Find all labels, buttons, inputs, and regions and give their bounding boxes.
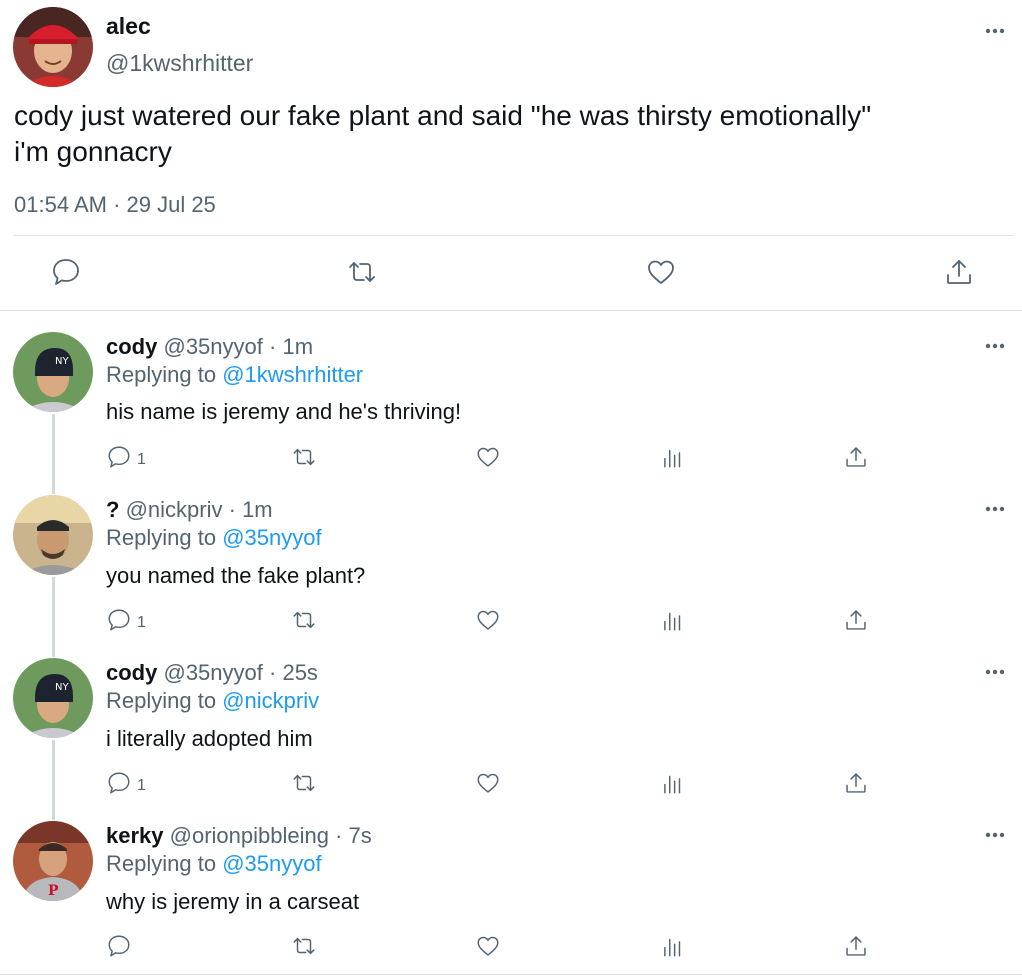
reply-icon[interactable] [106, 444, 132, 470]
separator: · [335, 823, 343, 848]
reply-count: 1 [137, 451, 146, 468]
reply-count: 1 [137, 777, 146, 794]
user-handle[interactable]: @35nyyof [163, 334, 262, 359]
retweet-icon[interactable] [291, 607, 317, 633]
avatar[interactable]: P [13, 821, 93, 901]
reply-header: cody @35nyyof · 25s [106, 660, 318, 686]
share-icon[interactable] [843, 933, 869, 959]
more-options-icon[interactable] [984, 341, 1006, 351]
svg-text:P: P [48, 883, 59, 899]
reply-icon[interactable] [50, 256, 82, 288]
thread-line [52, 414, 55, 494]
separator: · [269, 334, 277, 359]
reply-header: ? @nickpriv · 1m [106, 497, 273, 523]
display-name[interactable]: alec [106, 13, 151, 40]
like-icon[interactable] [475, 444, 501, 470]
reply-time[interactable]: 25s [282, 660, 317, 685]
share-icon[interactable] [943, 256, 975, 288]
analytics-icon[interactable] [660, 444, 686, 470]
reply-time[interactable]: 1m [282, 334, 313, 359]
more-options-icon[interactable] [984, 667, 1006, 677]
svg-text:NY: NY [55, 356, 69, 367]
replying-to: Replying to @1kwshrhitter [106, 362, 363, 388]
divider [0, 310, 1022, 311]
divider [0, 974, 1022, 975]
avatar[interactable] [13, 495, 93, 575]
replying-to: Replying to @35nyyof [106, 525, 322, 551]
avatar[interactable]: NY [13, 658, 93, 738]
retweet-icon[interactable] [291, 933, 317, 959]
retweet-icon[interactable] [291, 444, 317, 470]
replying-to: Replying to @35nyyof [106, 851, 322, 877]
like-icon[interactable] [475, 770, 501, 796]
reply-icon[interactable] [106, 770, 132, 796]
avatar[interactable]: NY [13, 332, 93, 412]
reply-header: kerky @orionpibbleing · 7s [106, 823, 372, 849]
display-name[interactable]: kerky [106, 823, 164, 848]
display-name[interactable]: ? [106, 497, 119, 522]
share-icon[interactable] [843, 444, 869, 470]
tweet-text: cody just watered our fake plant and sai… [14, 98, 1014, 170]
avatar[interactable] [13, 7, 93, 87]
reply-time[interactable]: 7s [349, 823, 372, 848]
analytics-icon[interactable] [660, 770, 686, 796]
reply-time[interactable]: 1m [242, 497, 273, 522]
separator: · [269, 660, 277, 685]
replying-to-link[interactable]: @nickpriv [222, 688, 319, 713]
analytics-icon[interactable] [660, 933, 686, 959]
tweet-text-line: i'm gonnacry [14, 136, 172, 167]
more-options-icon[interactable] [984, 830, 1006, 840]
retweet-icon[interactable] [291, 770, 317, 796]
more-options-icon[interactable] [984, 26, 1006, 36]
replying-to: Replying to @nickpriv [106, 688, 319, 714]
display-name[interactable]: cody [106, 660, 157, 685]
separator: · [228, 497, 236, 522]
retweet-icon[interactable] [346, 256, 378, 288]
replying-to-link[interactable]: @35nyyof [222, 525, 321, 550]
thread-line [52, 740, 55, 820]
user-handle[interactable]: @1kwshrhitter [106, 50, 253, 77]
user-handle[interactable]: @35nyyof [163, 660, 262, 685]
user-handle[interactable]: @orionpibbleing [170, 823, 329, 848]
thread-line [52, 577, 55, 657]
like-icon[interactable] [475, 933, 501, 959]
reply-text: i literally adopted him [106, 726, 313, 751]
replying-to-label: Replying to [106, 851, 217, 876]
reply-count: 1 [137, 614, 146, 631]
reply-text: why is jeremy in a carseat [106, 889, 360, 914]
reply-icon[interactable] [106, 607, 132, 633]
like-icon[interactable] [475, 607, 501, 633]
tweet-timestamp[interactable]: 01:54 AM · 29 Jul 25 [14, 192, 216, 218]
reply-text: his name is jeremy and he's thriving! [106, 399, 462, 424]
divider [14, 235, 1014, 236]
more-options-icon[interactable] [984, 504, 1006, 514]
analytics-icon[interactable] [660, 607, 686, 633]
reply-header: cody @35nyyof · 1m [106, 334, 313, 360]
reply-text: you named the fake plant? [106, 563, 366, 588]
share-icon[interactable] [843, 770, 869, 796]
svg-text:NY: NY [55, 682, 69, 693]
replying-to-link[interactable]: @1kwshrhitter [222, 362, 363, 387]
replying-to-link[interactable]: @35nyyof [222, 851, 321, 876]
replying-to-label: Replying to [106, 362, 217, 387]
share-icon[interactable] [843, 607, 869, 633]
like-icon[interactable] [645, 256, 677, 288]
replying-to-label: Replying to [106, 688, 217, 713]
tweet-text-line: cody just watered our fake plant and sai… [14, 100, 872, 131]
replying-to-label: Replying to [106, 525, 217, 550]
display-name[interactable]: cody [106, 334, 157, 359]
reply-icon[interactable] [106, 933, 132, 959]
user-handle[interactable]: @nickpriv [126, 497, 223, 522]
